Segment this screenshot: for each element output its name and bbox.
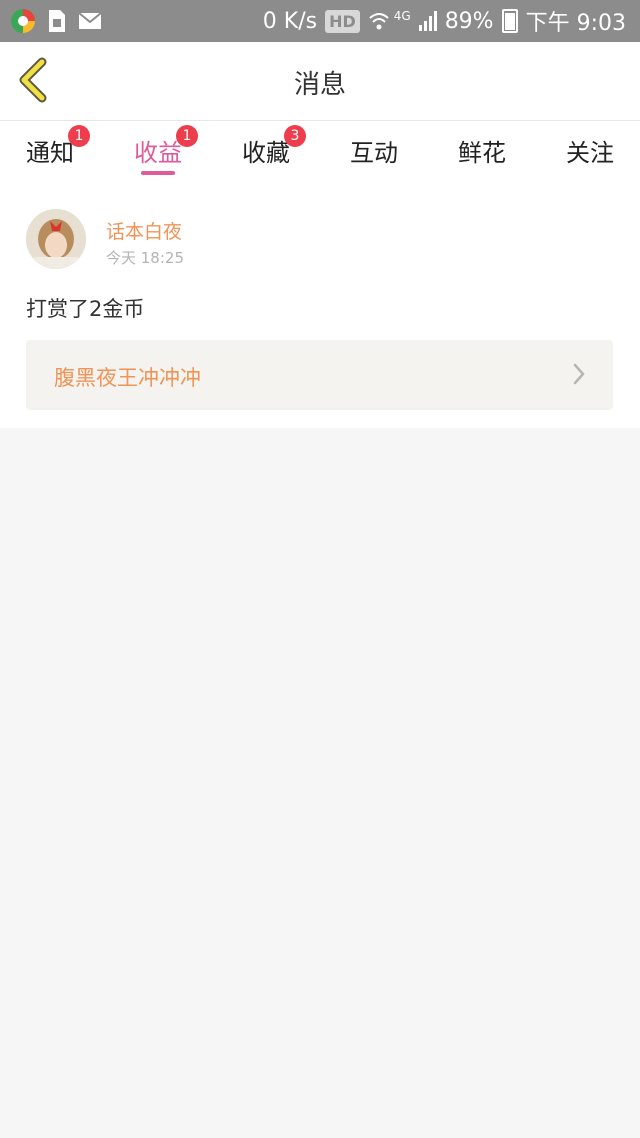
avatar[interactable] — [26, 209, 86, 269]
wifi-icon — [369, 13, 389, 30]
tab-interaction[interactable]: 互动 — [334, 133, 414, 168]
tab-favorites[interactable]: 收藏 3 — [226, 125, 306, 168]
active-tab-indicator — [141, 171, 175, 175]
signal-icon — [418, 11, 437, 31]
net-speed: 0 K/s — [262, 8, 318, 34]
unread-badge: 1 — [176, 125, 198, 147]
tab-label: 鲜花 — [458, 139, 506, 167]
tab-follow[interactable]: 关注 — [550, 133, 630, 168]
mail-icon — [78, 12, 102, 29]
avatar-image — [26, 209, 86, 269]
tab-label: 收藏 — [242, 139, 290, 167]
story-link-card[interactable]: 腹黑夜王冲冲冲 — [26, 340, 613, 410]
chevron-right-icon — [573, 363, 585, 385]
unread-badge: 3 — [284, 125, 306, 147]
clock: 下午 9:03 — [525, 11, 626, 36]
username[interactable]: 话本白夜 — [106, 217, 182, 244]
unread-badge: 1 — [68, 125, 90, 147]
message-time: 今天 18:25 — [106, 249, 184, 267]
hd-badge: HD — [325, 9, 360, 33]
battery-percent: 89% — [444, 8, 494, 34]
message-text: 打赏了2金币 — [26, 297, 145, 321]
tab-notifications[interactable]: 通知 1 — [10, 125, 90, 168]
story-title: 腹黑夜王冲冲冲 — [54, 366, 201, 390]
tab-label: 互动 — [350, 139, 398, 167]
tab-flowers[interactable]: 鲜花 — [442, 133, 522, 168]
status-bar-left — [10, 8, 102, 34]
app-store-icon — [11, 9, 35, 33]
status-bar-right: 0 K/s HD 4G 89% 下午 9:03 — [263, 5, 626, 37]
network-type: 4G — [393, 9, 411, 23]
tab-bar: 通知 1 收益 1 收藏 3 互动 鲜花 关注 — [0, 121, 640, 181]
status-bar: 0 K/s HD 4G 89% 下午 9:03 — [0, 0, 640, 42]
message-card: 话本白夜 今天 18:25 打赏了2金币 腹黑夜王冲冲冲 — [0, 181, 640, 428]
tab-label: 关注 — [566, 139, 614, 167]
page-title: 消息 — [293, 70, 346, 100]
tab-label: 通知 — [26, 139, 74, 167]
sim-card-icon — [49, 10, 65, 32]
tab-label: 收益 — [134, 139, 182, 167]
app-header: 消息 — [0, 42, 640, 121]
tab-earnings[interactable]: 收益 1 — [118, 125, 198, 168]
battery-icon — [501, 9, 518, 33]
